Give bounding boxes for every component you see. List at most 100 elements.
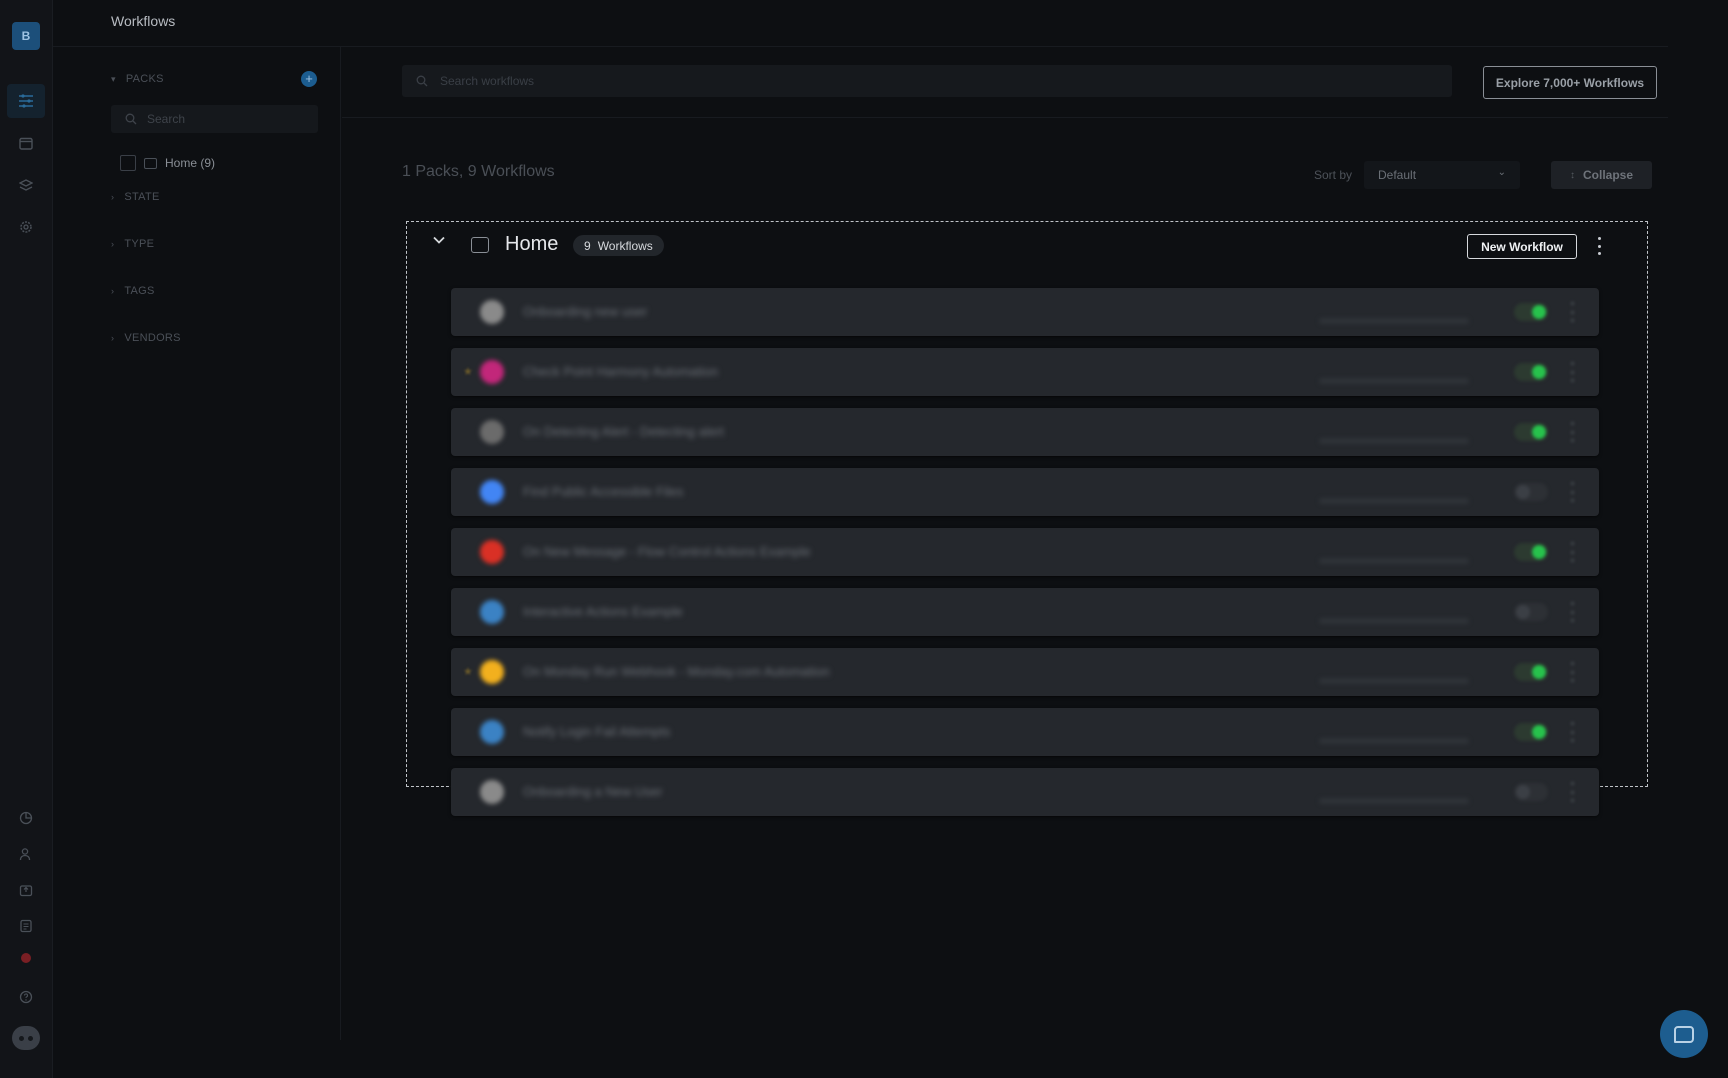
sort-value: Default: [1378, 168, 1417, 182]
pack-checkbox[interactable]: [120, 155, 136, 171]
workflow-row[interactable]: Interactive Actions Example: [451, 588, 1599, 636]
workflow-name[interactable]: On Detecting Alert - Detecting alert: [523, 424, 724, 439]
workflow-name[interactable]: Notify Login Fail Attempts: [523, 724, 670, 739]
state-section-toggle[interactable]: › STATE: [111, 191, 160, 203]
workflow-toggle[interactable]: [1514, 723, 1548, 741]
workflow-meta: [1319, 378, 1469, 384]
pack-header: Home 9 Workflows New Workflow: [407, 222, 1647, 268]
left-rail: B: [0, 0, 53, 1078]
layers-icon[interactable]: [14, 173, 38, 197]
workflow-row[interactable]: On New Message - Flow Control Actions Ex…: [451, 528, 1599, 576]
workflow-toggle[interactable]: [1514, 603, 1548, 621]
workflow-menu-icon[interactable]: [1571, 302, 1575, 322]
workflow-row[interactable]: Notify Login Fail Attempts: [451, 708, 1599, 756]
workflow-row[interactable]: On Detecting Alert - Detecting alert: [451, 408, 1599, 456]
pack-filter-home[interactable]: Home (9): [120, 155, 215, 171]
workflow-meta: [1319, 558, 1469, 564]
workflow-menu-icon[interactable]: [1571, 662, 1575, 682]
explore-workflows-button[interactable]: Explore 7,000+ Workflows: [1483, 66, 1657, 99]
workflow-search-placeholder: Search workflows: [440, 74, 535, 88]
workflow-toggle[interactable]: [1514, 783, 1548, 801]
star-icon[interactable]: ★: [463, 665, 473, 678]
app-icon: [480, 480, 504, 504]
pack-menu-icon[interactable]: [1594, 234, 1604, 258]
users-icon[interactable]: [14, 842, 38, 866]
add-pack-button[interactable]: +: [301, 71, 317, 87]
workflow-toggle[interactable]: [1514, 663, 1548, 681]
vendors-section-toggle[interactable]: › VENDORS: [111, 332, 181, 344]
sort-select[interactable]: Default ⌄: [1364, 161, 1520, 189]
workflow-menu-icon[interactable]: [1571, 722, 1575, 742]
workflow-row[interactable]: Onboarding a New User: [451, 768, 1599, 816]
tags-section-toggle[interactable]: › TAGS: [111, 285, 155, 297]
toggle-knob: [1532, 425, 1546, 439]
workflow-count-label: Workflows: [597, 238, 653, 253]
workflow-row[interactable]: Onboarding new user: [451, 288, 1599, 336]
main-content: Search workflows Explore 7,000+ Workflow…: [342, 47, 1668, 1040]
workspace-logo[interactable]: B: [12, 22, 40, 50]
type-section-toggle[interactable]: › TYPE: [111, 238, 154, 250]
workflow-menu-icon[interactable]: [1571, 602, 1575, 622]
workflow-name[interactable]: Check Point Harmony Automation: [523, 364, 718, 379]
chevron-right-icon: ›: [111, 286, 115, 296]
top-bar: Workflows: [53, 0, 1668, 47]
analytics-icon[interactable]: [14, 806, 38, 830]
workflow-count: 9: [584, 238, 591, 253]
workflow-menu-icon[interactable]: [1571, 782, 1575, 802]
divider: [342, 117, 1668, 118]
workflow-meta: [1319, 318, 1469, 324]
chevron-down-icon[interactable]: [433, 236, 445, 244]
chatbot-icon[interactable]: [12, 1026, 40, 1050]
toggle-knob: [1532, 545, 1546, 559]
workflow-name[interactable]: On Monday Run Webhook - Monday.com Autom…: [523, 664, 830, 679]
workflow-name[interactable]: On New Message - Flow Control Actions Ex…: [523, 544, 811, 559]
workflow-name[interactable]: Interactive Actions Example: [523, 604, 683, 619]
help-icon[interactable]: [14, 985, 38, 1009]
workflow-toggle[interactable]: [1514, 483, 1548, 501]
workflow-name[interactable]: Onboarding new user: [523, 304, 647, 319]
workflow-meta: [1319, 498, 1469, 504]
settings-icon[interactable]: [14, 215, 38, 239]
workflow-menu-icon[interactable]: [1571, 362, 1575, 382]
app-icon: [480, 780, 504, 804]
workflows-icon[interactable]: [7, 84, 45, 118]
pack-container: Home 9 Workflows New Workflow Onboarding…: [406, 221, 1648, 816]
export-icon[interactable]: [14, 878, 38, 902]
packs-label: PACKS: [125, 73, 164, 85]
workflow-name[interactable]: Find Public Accessible Files: [523, 484, 683, 499]
workflow-menu-icon[interactable]: [1571, 482, 1575, 502]
new-workflow-button[interactable]: New Workflow: [1467, 234, 1577, 259]
star-icon[interactable]: ★: [463, 365, 473, 378]
sort-label: Sort by: [1314, 168, 1353, 182]
calendar-icon[interactable]: [14, 131, 38, 155]
toggle-knob: [1532, 305, 1546, 319]
packs-section-toggle[interactable]: ▾ PACKS: [111, 73, 164, 85]
collapse-label: Collapse: [1582, 168, 1633, 182]
chevron-right-icon: ›: [111, 333, 115, 343]
workflow-menu-icon[interactable]: [1571, 422, 1575, 442]
workflow-toggle[interactable]: [1514, 303, 1548, 321]
workflow-meta: [1319, 738, 1469, 744]
workflow-toggle[interactable]: [1514, 423, 1548, 441]
workflow-toggle[interactable]: [1514, 363, 1548, 381]
chevron-right-icon: ›: [111, 239, 115, 249]
collapse-button[interactable]: ↕ Collapse: [1551, 161, 1652, 189]
workflow-row[interactable]: ★ Check Point Harmony Automation: [451, 348, 1599, 396]
folder-icon: [144, 157, 157, 169]
page-title: Workflows: [111, 13, 176, 29]
toggle-knob: [1516, 785, 1530, 799]
workflow-toggle[interactable]: [1514, 543, 1548, 561]
workflow-meta: [1319, 438, 1469, 444]
workflow-row[interactable]: ★ On Monday Run Webhook - Monday.com Auto…: [451, 648, 1599, 696]
notification-icon[interactable]: [14, 946, 38, 970]
logs-icon[interactable]: [14, 914, 38, 938]
workflow-name[interactable]: Onboarding a New User: [523, 784, 662, 799]
support-chat-button[interactable]: [1660, 1010, 1708, 1058]
workflow-row[interactable]: Find Public Accessible Files: [451, 468, 1599, 516]
packs-summary: 1 Packs, 9 Workflows: [402, 163, 555, 180]
workflow-meta: [1319, 618, 1469, 624]
search-icon: [125, 113, 137, 125]
workflow-menu-icon[interactable]: [1571, 542, 1575, 562]
pack-search-input[interactable]: Search: [111, 105, 318, 133]
workflow-search-input[interactable]: Search workflows: [402, 65, 1452, 97]
